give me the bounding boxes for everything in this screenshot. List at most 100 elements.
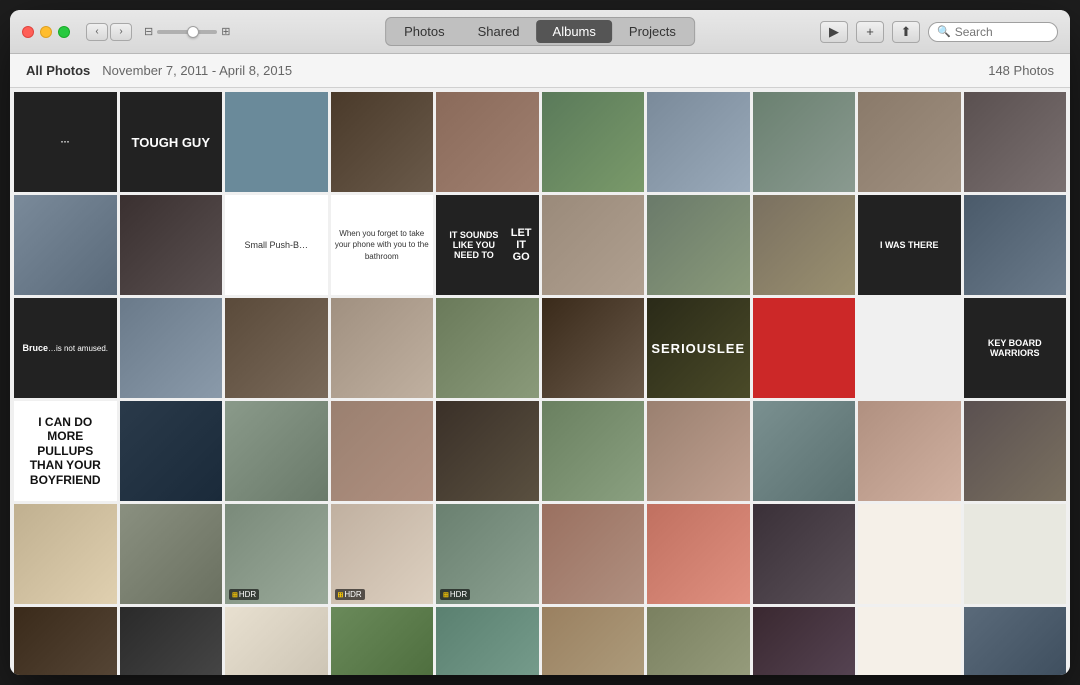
photo-thumb[interactable]: Small Push-B… [225, 195, 328, 295]
photo-thumb[interactable]: IT SOUNDS LIKE YOU NEED TOLET IT GO [436, 195, 539, 295]
photo-thumb[interactable]: Bruce…is not amused. [14, 298, 117, 398]
photo-thumb[interactable] [647, 504, 750, 604]
photo-thumb[interactable] [225, 92, 328, 192]
photo-thumb[interactable] [964, 504, 1067, 604]
photo-thumb[interactable] [120, 195, 223, 295]
photo-thumb[interactable]: I WAS THERE [858, 195, 961, 295]
subtitlebar: All Photos November 7, 2011 - April 8, 2… [10, 54, 1070, 88]
photo-count: 148 Photos [988, 63, 1054, 78]
close-button[interactable] [22, 26, 34, 38]
photo-thumb[interactable]: ⊞ HDR [858, 607, 961, 675]
zoom-in-icon: ⊞ [221, 25, 230, 38]
photo-thumb[interactable] [647, 401, 750, 501]
traffic-lights [22, 26, 70, 38]
photo-thumb[interactable] [120, 298, 223, 398]
photo-thumb[interactable]: ⊞ HDR [225, 504, 328, 604]
main-window: ‹ › ⊟ ⊞ Photos Shared Albums Projects ▶ … [10, 10, 1070, 675]
zoom-slider[interactable] [157, 30, 217, 34]
zoom-out-icon: ⊟ [144, 25, 153, 38]
tab-photos[interactable]: Photos [388, 20, 460, 43]
photo-thumb[interactable] [753, 607, 856, 675]
toolbar-right: ▶ + ⬆ 🔍 [820, 21, 1058, 43]
play-button[interactable]: ▶ [820, 21, 848, 43]
photo-thumb[interactable] [225, 298, 328, 398]
photo-thumb[interactable] [753, 92, 856, 192]
photo-thumb[interactable] [331, 298, 434, 398]
breadcrumb: All Photos [26, 63, 90, 78]
photo-thumb[interactable] [964, 92, 1067, 192]
search-input[interactable] [955, 25, 1049, 39]
photo-thumb[interactable]: ⊞ HDR [647, 607, 750, 675]
photo-row: Small Push-B… When you forget to take yo… [14, 195, 1066, 295]
photo-thumb[interactable] [964, 607, 1067, 675]
photo-thumb[interactable] [858, 298, 961, 398]
photo-row: ··· TOUGH GUY [14, 92, 1066, 192]
minimize-button[interactable] [40, 26, 52, 38]
share-button[interactable]: ⬆ [892, 21, 920, 43]
photo-thumb[interactable] [14, 504, 117, 604]
date-range: November 7, 2011 - April 8, 2015 [102, 63, 292, 78]
photo-thumb[interactable] [542, 298, 645, 398]
photo-thumb[interactable] [436, 401, 539, 501]
hdr-badge: ⊞ HDR [229, 589, 259, 600]
photo-thumb[interactable]: I CAN DOMOREPULLUPSTHAN YOURBOYFRIEND [14, 401, 117, 501]
add-button[interactable]: + [856, 21, 884, 43]
photo-thumb[interactable] [120, 504, 223, 604]
photo-thumb[interactable] [331, 92, 434, 192]
photo-thumb[interactable] [542, 92, 645, 192]
photo-thumb[interactable] [436, 298, 539, 398]
photo-thumb[interactable] [542, 195, 645, 295]
search-icon: 🔍 [937, 25, 951, 38]
maximize-button[interactable] [58, 26, 70, 38]
nav-buttons: ‹ › [86, 23, 132, 41]
photo-thumb[interactable] [964, 401, 1067, 501]
photo-thumb[interactable] [331, 401, 434, 501]
photo-thumb[interactable] [753, 504, 856, 604]
photo-thumb[interactable] [964, 195, 1067, 295]
photo-thumb[interactable] [120, 607, 223, 675]
hdr-badge: ⊞ HDR [440, 589, 470, 600]
photo-thumb[interactable] [858, 401, 961, 501]
photo-thumb[interactable] [436, 92, 539, 192]
photo-grid[interactable]: ··· TOUGH GUY Small Push-B… When you for… [10, 88, 1070, 675]
photo-thumb[interactable] [753, 401, 856, 501]
photo-thumb[interactable]: When you forget to take your phone with … [331, 195, 434, 295]
photo-row: ⊞ HDR ⊞ HDR ⊞ HDR [14, 504, 1066, 604]
photo-thumb[interactable] [225, 607, 328, 675]
photo-thumb[interactable] [753, 298, 856, 398]
photo-thumb[interactable] [542, 607, 645, 675]
photo-row: Bruce…is not amused. SERIOUSLEE KEY BOAR… [14, 298, 1066, 398]
photo-thumb[interactable]: ⊞ HDR [436, 504, 539, 604]
photo-thumb[interactable]: ⊞ HDR [331, 504, 434, 604]
photo-thumb[interactable]: SERIOUSLEE [647, 298, 750, 398]
photo-thumb[interactable] [14, 195, 117, 295]
search-box[interactable]: 🔍 [928, 22, 1058, 42]
hdr-badge: ⊞ HDR [335, 589, 365, 600]
photo-thumb[interactable] [647, 195, 750, 295]
photo-thumb[interactable]: TOUGH GUY [120, 92, 223, 192]
photo-thumb[interactable] [331, 607, 434, 675]
photo-thumb[interactable] [14, 607, 117, 675]
photo-thumb[interactable] [542, 504, 645, 604]
photo-row: ⊞ HDR ⊞ HDR [14, 607, 1066, 675]
photo-thumb[interactable] [120, 401, 223, 501]
slider-thumb [187, 26, 199, 38]
titlebar: ‹ › ⊟ ⊞ Photos Shared Albums Projects ▶ … [10, 10, 1070, 54]
tab-albums[interactable]: Albums [537, 20, 612, 43]
photo-thumb[interactable] [858, 92, 961, 192]
photo-row: I CAN DOMOREPULLUPSTHAN YOURBOYFRIEND [14, 401, 1066, 501]
photo-thumb[interactable] [436, 607, 539, 675]
zoom-slider-container: ⊟ ⊞ [144, 25, 230, 38]
nav-tabs: Photos Shared Albums Projects [385, 17, 695, 46]
photo-thumb[interactable] [858, 504, 961, 604]
tab-projects[interactable]: Projects [613, 20, 692, 43]
forward-button[interactable]: › [110, 23, 132, 41]
photo-thumb[interactable] [225, 401, 328, 501]
tab-shared[interactable]: Shared [462, 20, 536, 43]
photo-thumb[interactable]: ··· [14, 92, 117, 192]
photo-thumb[interactable] [542, 401, 645, 501]
photo-thumb[interactable]: KEY BOARDWARRIORS [964, 298, 1067, 398]
photo-thumb[interactable] [647, 92, 750, 192]
photo-thumb[interactable] [753, 195, 856, 295]
back-button[interactable]: ‹ [86, 23, 108, 41]
